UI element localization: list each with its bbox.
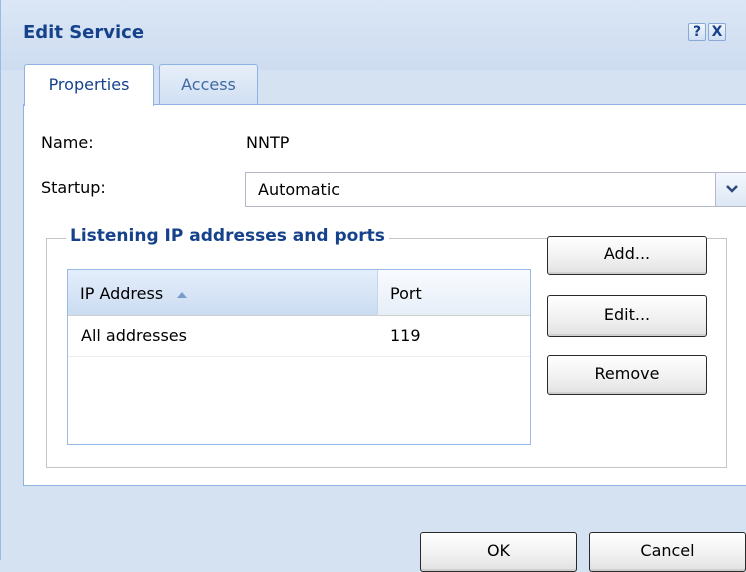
name-label: Name: <box>41 133 94 152</box>
startup-label: Startup: <box>41 178 106 197</box>
cell-ip-address: All addresses <box>81 326 187 345</box>
startup-select[interactable]: Automatic <box>245 172 746 207</box>
column-header-ip-address-label: IP Address <box>80 284 164 303</box>
close-icon[interactable]: X <box>708 23 726 41</box>
tab-properties[interactable]: Properties <box>24 64 154 106</box>
name-value: NNTP <box>246 133 290 152</box>
chevron-down-icon <box>726 185 738 193</box>
dialog-title: Edit Service <box>23 22 145 43</box>
column-header-ip-address[interactable]: IP Address <box>68 270 378 315</box>
listening-legend: Listening IP addresses and ports <box>66 226 389 246</box>
startup-select-value: Automatic <box>258 180 341 199</box>
cancel-button[interactable]: Cancel <box>589 532 746 572</box>
grid-header: IP Address Port <box>68 270 530 316</box>
ok-button[interactable]: OK <box>420 532 577 572</box>
startup-select-trigger[interactable] <box>715 173 746 206</box>
cell-port: 119 <box>390 326 421 345</box>
help-icon[interactable]: ? <box>688 23 706 41</box>
remove-button[interactable]: Remove <box>547 355 707 395</box>
sort-ascending-icon <box>177 291 188 298</box>
dialog-titlebar: Edit Service ? X <box>1 0 746 70</box>
add-button[interactable]: Add... <box>547 236 707 275</box>
tab-access[interactable]: Access <box>159 64 258 105</box>
edit-service-dialog: Edit Service ? X Properties Access Name:… <box>0 0 746 560</box>
listening-grid: IP Address Port All addresses 119 <box>67 269 531 445</box>
edit-button[interactable]: Edit... <box>547 295 707 337</box>
table-row[interactable]: All addresses 119 <box>68 316 530 357</box>
properties-panel: Name: NNTP Startup: Automatic Listening … <box>23 105 746 486</box>
column-header-port[interactable]: Port <box>378 270 530 315</box>
